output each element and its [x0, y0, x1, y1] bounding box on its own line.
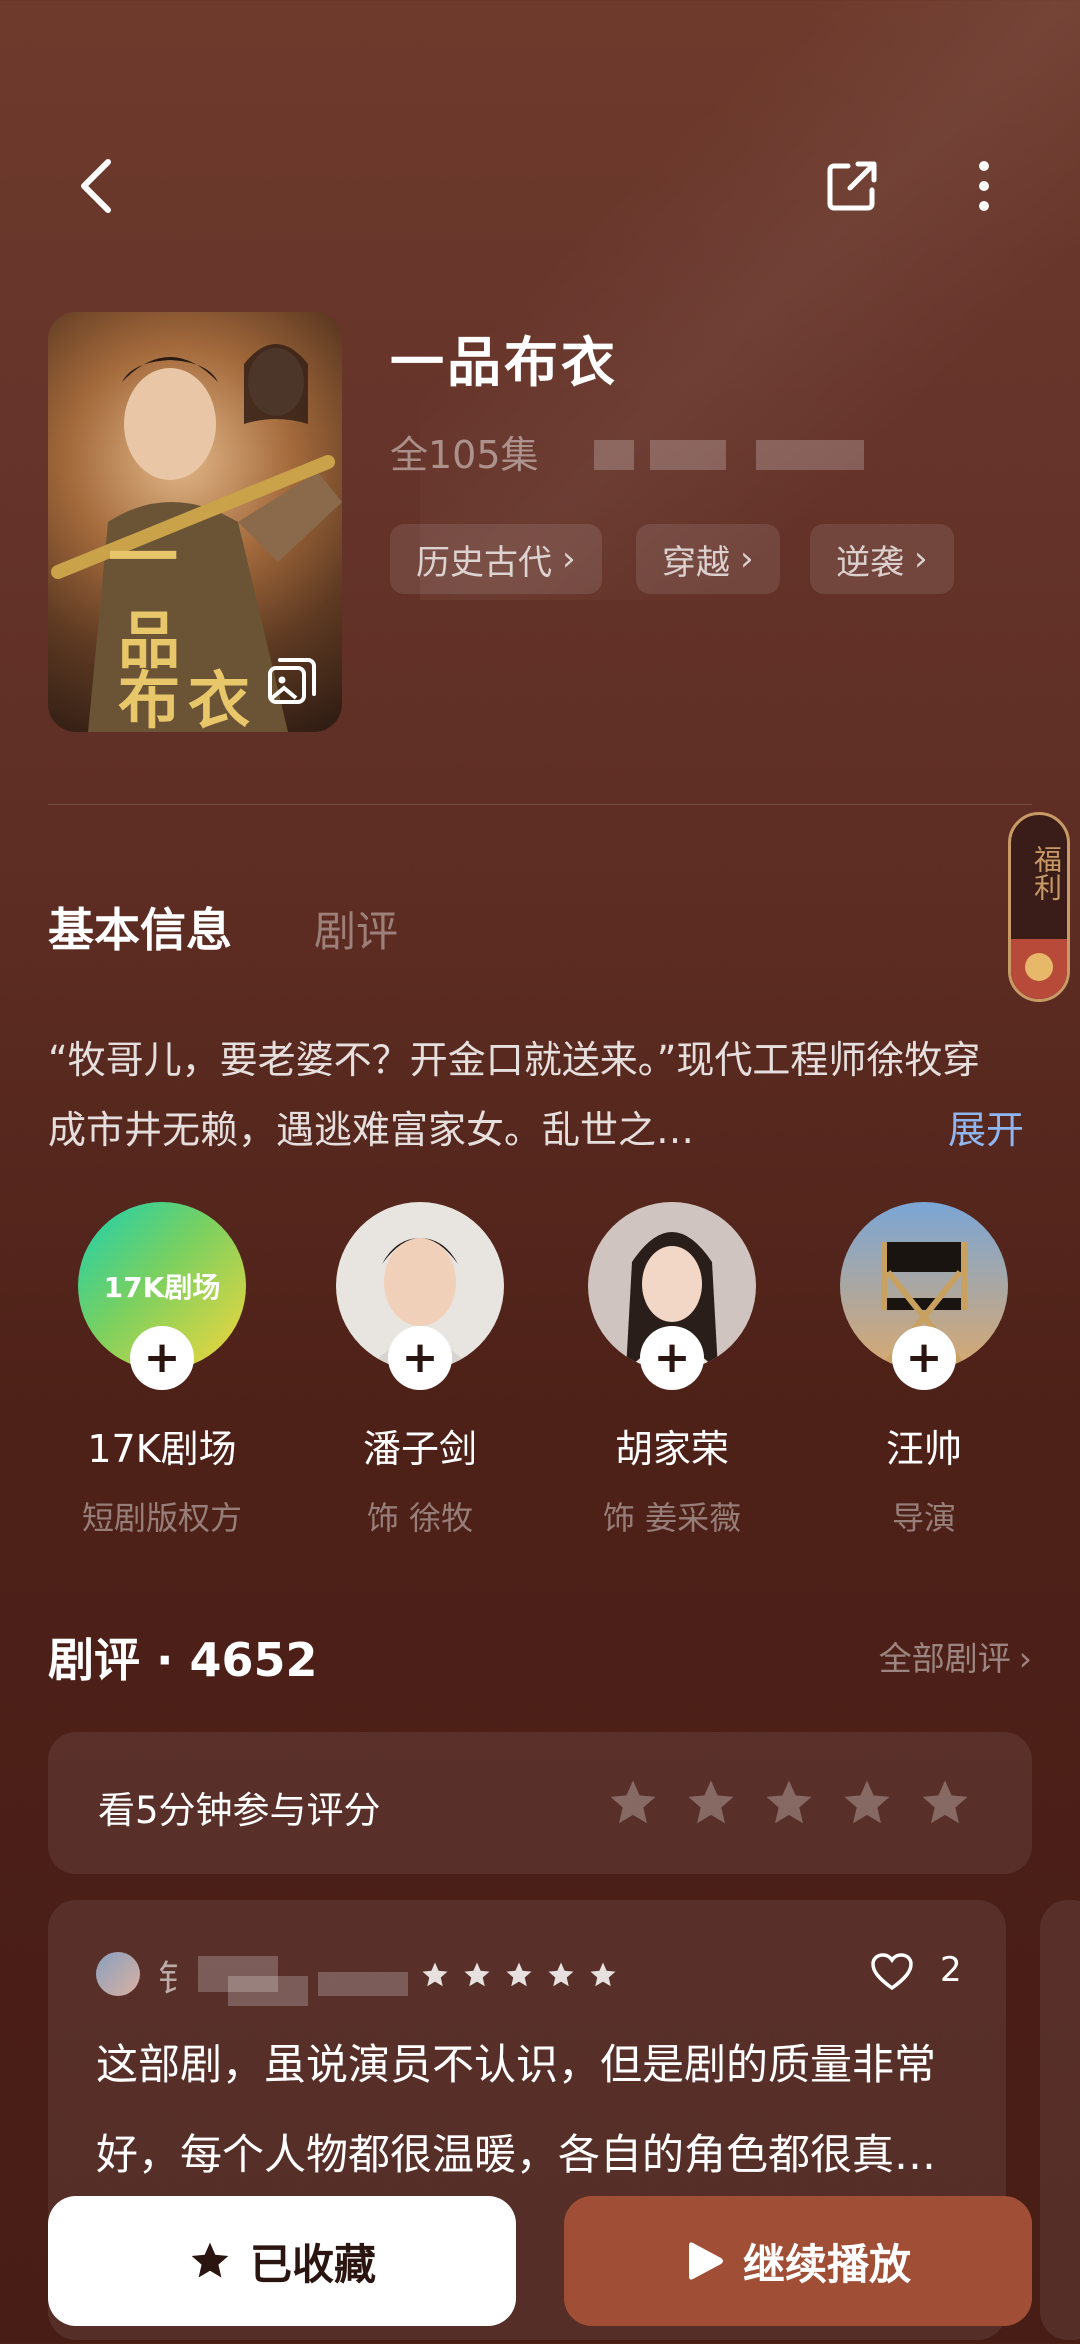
tab-basic-info[interactable]: 基本信息 — [48, 894, 232, 960]
star-icon[interactable] — [840, 1776, 894, 1830]
background-glow — [420, 0, 1080, 600]
cast-name: 胡家荣 — [614, 1427, 729, 1471]
share-button[interactable] — [812, 146, 892, 226]
chevron-right-icon: › — [914, 539, 928, 579]
svg-text:布: 布 — [118, 664, 180, 732]
star-icon — [506, 1962, 532, 1987]
cast-role: 饰 姜采薇 — [602, 1499, 742, 1537]
star-icon — [590, 1962, 616, 1987]
tag-history[interactable]: 历史古代 › — [390, 524, 602, 594]
blurred-text — [318, 1972, 408, 1996]
play-icon — [688, 2242, 723, 2280]
tab-reviews[interactable]: 剧评 — [314, 898, 398, 959]
more-vertical-icon — [979, 161, 989, 211]
avatar: + — [588, 1202, 756, 1390]
episode-count: 全105集 — [390, 433, 539, 477]
follow-button[interactable]: + — [892, 1326, 956, 1390]
cast-role: 短剧版权方 — [81, 1499, 242, 1537]
cast-item[interactable]: + 胡家荣 饰 姜采薇 — [552, 1202, 792, 1539]
studio-logo: 17K剧场 — [103, 1271, 221, 1304]
cast-item[interactable]: + 潘子剑 饰 徐牧 — [300, 1202, 540, 1539]
star-icon[interactable] — [918, 1776, 972, 1830]
svg-text:一: 一 — [108, 516, 178, 599]
chevron-right-icon: › — [1018, 1639, 1032, 1678]
like-count: 2 — [940, 1950, 962, 1990]
continue-play-button[interactable]: 继续播放 — [564, 2196, 1032, 2326]
plus-icon: + — [653, 1332, 691, 1383]
expand-link[interactable]: 展开 — [948, 1095, 1024, 1165]
star-icon — [548, 1962, 574, 1987]
avatar: + — [840, 1202, 1008, 1390]
star-icon[interactable] — [606, 1776, 660, 1830]
star-icon[interactable] — [684, 1776, 738, 1830]
reviewer-name: 钅 — [158, 1959, 195, 2000]
plus-icon: + — [143, 1332, 181, 1383]
cast-item[interactable]: 17K剧场 + 17K剧场 短剧版权方 — [42, 1202, 282, 1539]
back-button[interactable] — [56, 146, 136, 226]
star-icon[interactable] — [762, 1776, 816, 1830]
svg-text:衣: 衣 — [188, 664, 250, 732]
share-icon — [827, 161, 877, 211]
cast-name: 汪帅 — [885, 1427, 962, 1471]
blurred-text — [756, 440, 864, 470]
all-reviews-link[interactable]: 全部剧评 › — [879, 1632, 1032, 1680]
rating-card: 看5分钟参与评分 — [48, 1732, 1032, 1874]
gallery-icon[interactable] — [266, 656, 318, 708]
favorite-button[interactable]: 已收藏 — [48, 2196, 516, 2326]
show-title: 一品布衣 — [390, 331, 618, 394]
plus-icon: + — [905, 1332, 943, 1383]
avatar — [96, 1952, 140, 1996]
star-filled-icon — [191, 2242, 229, 2278]
cast-role: 导演 — [891, 1499, 956, 1537]
cast-name: 潘子剑 — [362, 1427, 477, 1471]
chevron-right-icon: › — [740, 539, 754, 579]
welfare-badge[interactable]: 福利 — [1008, 812, 1070, 1002]
chevron-left-icon — [81, 159, 111, 213]
blurred-text — [650, 440, 726, 470]
synopsis-text: “牧哥儿，要老婆不？开金口就送来。”现代工程师徐牧穿成市井无赖，遇逃难富家女。乱… — [48, 1038, 981, 1152]
star-icon — [464, 1962, 490, 1987]
blurred-text — [594, 440, 634, 470]
welfare-envelope-icon — [1011, 939, 1067, 999]
follow-button[interactable]: + — [388, 1326, 452, 1390]
follow-button[interactable]: + — [130, 1326, 194, 1390]
heart-icon[interactable] — [870, 1952, 914, 1992]
divider — [48, 804, 1032, 805]
plus-icon: + — [401, 1332, 439, 1383]
star-icon — [422, 1962, 448, 1987]
follow-button[interactable]: + — [640, 1326, 704, 1390]
more-button[interactable] — [944, 146, 1024, 226]
welfare-label: 福利 — [1030, 845, 1063, 901]
cast-item[interactable]: + 汪帅 导演 — [804, 1202, 1044, 1539]
cast-role: 饰 徐牧 — [366, 1499, 474, 1537]
blurred-text — [228, 1976, 308, 2006]
tag-time-travel[interactable]: 穿越 › — [636, 524, 780, 594]
cast-name: 17K剧场 — [87, 1427, 237, 1471]
avatar: + — [336, 1202, 504, 1390]
chevron-right-icon: › — [562, 539, 576, 579]
rating-prompt: 看5分钟参与评分 — [98, 1789, 381, 1832]
tag-comeback[interactable]: 逆袭 › — [810, 524, 954, 594]
reviews-title: 剧评 · 4652 — [48, 1633, 318, 1687]
avatar: 17K剧场 + — [78, 1202, 246, 1390]
show-poster[interactable]: 一 品 布 衣 — [48, 312, 342, 732]
